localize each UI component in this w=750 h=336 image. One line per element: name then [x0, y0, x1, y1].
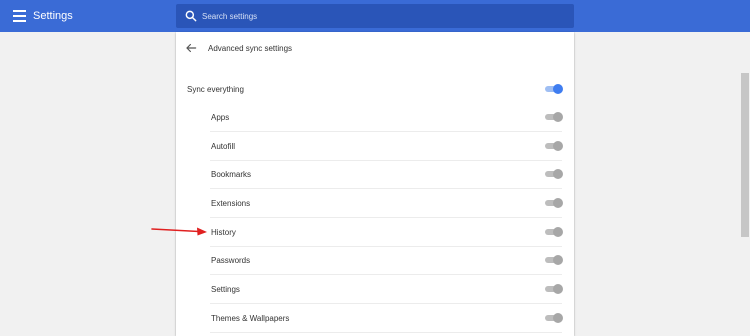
advanced-sync-settings-card: Advanced sync settings Sync everything A…: [176, 32, 574, 336]
sync-toggle-bookmarks[interactable]: [545, 168, 563, 180]
sync-item-label-bookmarks: Bookmarks: [211, 170, 252, 179]
sync-everything-toggle[interactable]: [545, 83, 563, 95]
search-input[interactable]: [202, 4, 562, 28]
top-app-bar: Settings: [0, 0, 750, 32]
divider: [210, 217, 562, 218]
scrollbar-track[interactable]: [740, 32, 750, 336]
sync-toggle-history[interactable]: [545, 226, 563, 238]
sync-item-label-autofill: Autofill: [211, 142, 236, 151]
divider: [210, 332, 562, 333]
search-icon: [185, 10, 197, 22]
sync-toggle-passwords[interactable]: [545, 254, 563, 266]
sync-item-label-passwords: Passwords: [211, 256, 251, 265]
divider: [210, 303, 562, 304]
scrollbar-thumb[interactable]: [741, 73, 749, 237]
sync-toggle-autofill[interactable]: [545, 140, 563, 152]
sync-item-label-apps: Apps: [211, 113, 230, 122]
search-bar[interactable]: [176, 4, 574, 28]
page-title: Advanced sync settings: [208, 44, 293, 53]
red-arrow-icon: [151, 227, 207, 236]
sync-item-label-extensions: Extensions: [211, 199, 251, 208]
hamburger-menu-icon[interactable]: [13, 10, 26, 22]
divider: [210, 188, 562, 189]
divider: [210, 131, 562, 132]
sync-item-label-history: History: [211, 228, 236, 237]
back-arrow-icon[interactable]: [184, 41, 198, 55]
app-title: Settings: [33, 10, 73, 22]
divider: [210, 274, 562, 275]
sync-everything-label: Sync everything: [187, 85, 244, 94]
sync-toggle-extensions[interactable]: [545, 197, 563, 209]
sync-toggle-apps[interactable]: [545, 111, 563, 123]
divider: [210, 246, 562, 247]
sync-toggle-settings[interactable]: [545, 283, 563, 295]
divider: [210, 160, 562, 161]
sync-toggle-themes-wallpapers[interactable]: [545, 312, 563, 324]
sync-item-label-themes-wallpapers: Themes & Wallpapers: [211, 314, 290, 323]
sync-item-label-settings: Settings: [211, 285, 240, 294]
